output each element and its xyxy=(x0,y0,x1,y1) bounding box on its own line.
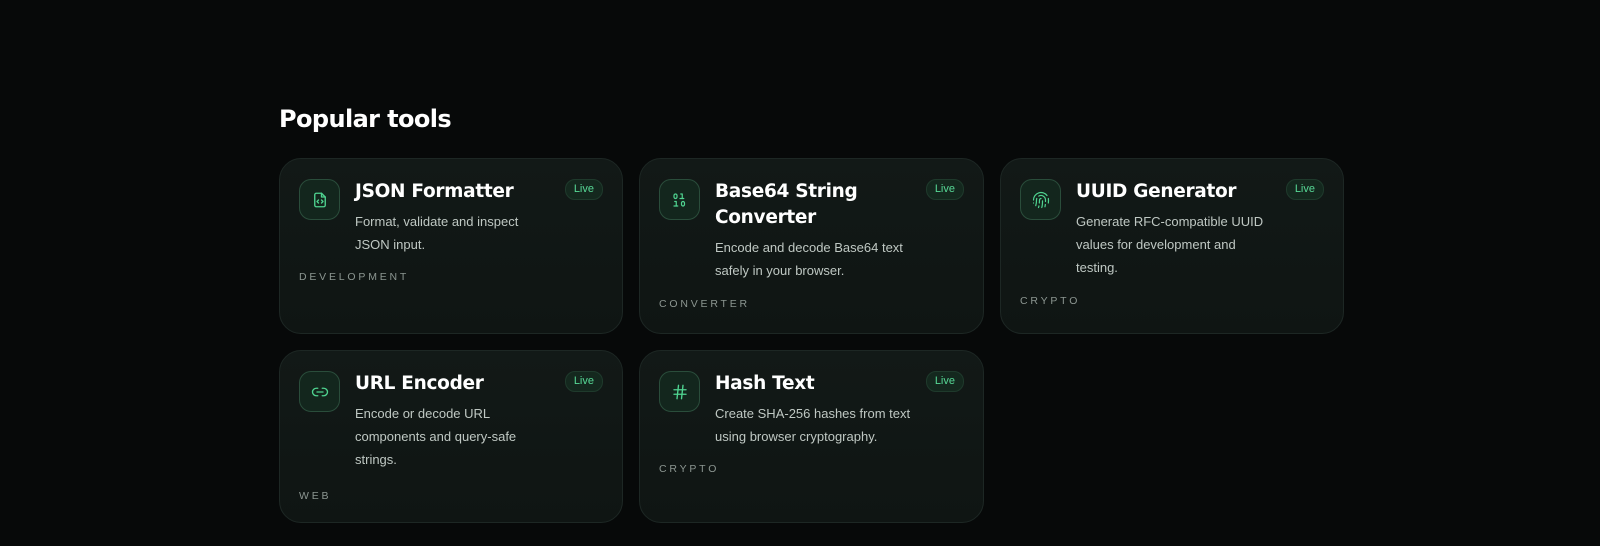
tool-title: Base64 String Converter xyxy=(715,181,858,228)
file-code-icon xyxy=(299,179,340,220)
tool-card-url-encoder[interactable]: URL Encoder Encode or decode URL compone… xyxy=(279,350,623,523)
live-badge: Live xyxy=(564,179,603,200)
tool-title: URL Encoder xyxy=(355,373,484,394)
tool-description: Encode or decode URL components and quer… xyxy=(355,406,517,467)
live-badge: Live xyxy=(925,371,964,392)
link-icon xyxy=(299,371,340,412)
tool-category: CRYPTO xyxy=(659,463,720,475)
tool-description: Format, validate and inspect JSON input. xyxy=(355,214,519,252)
tool-card-hash-text[interactable]: Hash Text Create SHA-256 hashes from tex… xyxy=(639,350,984,523)
live-badge: Live xyxy=(1285,179,1324,200)
fingerprint-icon xyxy=(1020,179,1061,220)
tool-card-base64-converter[interactable]: Base64 String Converter Encode and decod… xyxy=(639,158,984,334)
tool-title: Hash Text xyxy=(715,373,815,394)
hash-icon xyxy=(659,371,700,412)
tool-card-uuid-generator[interactable]: UUID Generator Generate RFC-compatible U… xyxy=(1000,158,1344,334)
tool-description: Generate RFC-compatible UUID values for … xyxy=(1076,214,1264,275)
tool-title: UUID Generator xyxy=(1076,181,1237,202)
tool-description: Encode and decode Base64 text safely in … xyxy=(715,240,903,278)
tool-category: CONVERTER xyxy=(659,298,750,310)
live-badge: Live xyxy=(564,371,603,392)
tool-category: CRYPTO xyxy=(1020,295,1081,307)
tools-grid: JSON Formatter Format, validate and insp… xyxy=(279,158,1344,523)
tool-title: JSON Formatter xyxy=(355,181,514,202)
tool-description: Create SHA-256 hashes from text using br… xyxy=(715,406,911,444)
tool-card-json-formatter[interactable]: JSON Formatter Format, validate and insp… xyxy=(279,158,623,334)
live-badge: Live xyxy=(925,179,964,200)
tool-category: DEVELOPMENT xyxy=(299,271,410,283)
binary-icon xyxy=(659,179,700,220)
popular-tools-section: Popular tools JSON Formatter Format, val… xyxy=(279,104,1344,523)
section-title: Popular tools xyxy=(279,105,452,133)
tool-category: WEB xyxy=(299,490,332,502)
